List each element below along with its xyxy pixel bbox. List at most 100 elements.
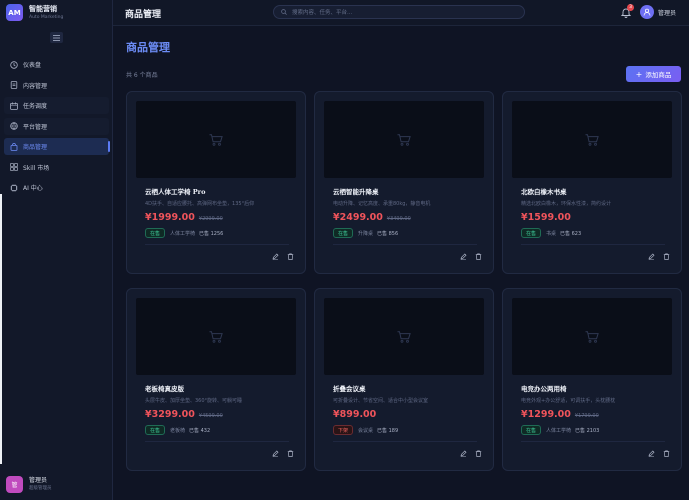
divider [521, 441, 665, 442]
product-count: 共 6 个商品 [126, 72, 158, 79]
product-price: ¥1999.00 [145, 212, 195, 223]
product-description: 电动升降、记忆高度、承重80kg，静音电机 [333, 201, 431, 207]
product-category: 人体工学椅 [170, 230, 196, 237]
trash-icon[interactable] [287, 253, 294, 260]
edit-icon[interactable] [460, 450, 467, 457]
divider [145, 441, 289, 442]
header-user-name[interactable]: 管理员 [658, 8, 676, 17]
status-badge: 下架 [333, 425, 354, 435]
product-original-price: ¥1799.00 [574, 413, 599, 419]
grid-icon [9, 163, 18, 172]
shopping-cart-icon [397, 330, 411, 343]
trash-icon[interactable] [663, 253, 670, 260]
sidebar-item-label: 仪表盘 [23, 62, 42, 69]
sidebar-item-skill-market[interactable]: Skill 市场 [4, 159, 109, 176]
shopping-cart-icon [397, 133, 411, 146]
product-category: 升降桌 [358, 230, 374, 237]
user-name: 管理员 [29, 477, 48, 484]
product-original-price: ¥3499.00 [386, 216, 411, 222]
divider [333, 244, 477, 245]
shopping-cart-icon [585, 330, 599, 343]
edit-icon[interactable] [272, 253, 279, 260]
sidebar-item-dashboard[interactable]: 仪表盘 [4, 56, 109, 73]
sidebar-item-products[interactable]: 商品管理 [4, 138, 110, 155]
calendar-icon [9, 101, 18, 110]
product-sales: 已售 623 [560, 230, 582, 237]
trash-icon[interactable] [475, 450, 482, 457]
product-name: 老板椅真皮版 [145, 385, 184, 393]
collapse-sidebar-button[interactable] [50, 32, 63, 43]
search-input[interactable]: 搜索内容、任务、平台... [273, 5, 525, 19]
product-image [136, 298, 296, 375]
product-category: 书桌 [546, 230, 557, 237]
product-image [512, 101, 672, 178]
status-badge: 在售 [333, 228, 354, 238]
product-name: 北欧白橡木书桌 [521, 188, 567, 196]
menu-icon [53, 34, 60, 41]
sidebar-item-label: 内容管理 [23, 82, 48, 90]
shopping-cart-icon [209, 133, 223, 146]
product-card[interactable]: 北欧白橡木书桌 精选北欧白橡木，环保水性漆，简约设计 ¥1599.00 在售 书… [502, 91, 682, 274]
product-image [512, 298, 672, 375]
divider [333, 441, 477, 442]
trash-icon[interactable] [475, 253, 482, 260]
product-description: 精选北欧白橡木，环保水性漆，简约设计 [521, 201, 612, 207]
sidebar-item-ai-center[interactable]: AI 中心 [4, 179, 109, 196]
product-price: ¥899.00 [333, 409, 377, 420]
shopping-cart-icon [585, 133, 599, 146]
search-placeholder: 搜索内容、任务、平台... [292, 10, 353, 16]
product-category: 人体工学椅 [546, 427, 572, 434]
divider [521, 244, 665, 245]
product-card[interactable]: 老板椅真皮版 头层牛皮、加厚坐垫、360°旋转、可躺可睡 ¥3299.00 ¥4… [126, 288, 306, 471]
sidebar-item-platforms[interactable]: 平台管理 [4, 117, 109, 135]
page-header-title: 商品管理 [125, 10, 162, 20]
user-role: 超级管理员 [29, 486, 52, 491]
sidebar-item-label: 任务调度 [23, 103, 48, 110]
sidebar-scrollbar[interactable] [0, 194, 2, 464]
edit-icon[interactable] [460, 253, 467, 260]
brand[interactable]: AM 智能营销 Auto Marketing [6, 4, 63, 21]
product-card[interactable]: 折叠会议桌 可折叠设计、节省空间、适合中小型会议室 ¥899.00 下架 会议桌… [314, 288, 494, 471]
product-card[interactable]: 云栖智能升降桌 电动升降、记忆高度、承重80kg，静音电机 ¥2499.00 ¥… [314, 91, 494, 274]
sidebar-item-label: 平台管理 [23, 123, 48, 131]
status-badge: 在售 [145, 425, 166, 435]
add-product-button[interactable]: + 添加商品 [626, 66, 681, 82]
product-description: 头层牛皮、加厚坐垫、360°旋转、可躺可睡 [145, 398, 243, 404]
edit-icon[interactable] [648, 253, 655, 260]
product-card[interactable]: 电竞办公两用椅 电竞外观+办公舒适，可调扶手，头枕腰枕 ¥1299.00 ¥17… [502, 288, 682, 471]
sidebar-item-label: AI 中心 [23, 185, 43, 192]
product-image [324, 101, 484, 178]
trash-icon[interactable] [663, 450, 670, 457]
trash-icon[interactable] [287, 450, 294, 457]
product-image [324, 298, 484, 375]
page-title: 商品管理 [126, 41, 170, 54]
sidebar-item-content[interactable]: 内容管理 [4, 77, 109, 94]
brand-subtitle: Auto Marketing [29, 14, 64, 20]
status-badge: 在售 [521, 228, 542, 238]
sidebar-nav: 仪表盘 内容管理 任务调度 平台管理 商品管理 Skill 市场 AI 中心 [4, 56, 110, 200]
product-card[interactable]: 云栖人体工学椅 Pro 4D扶手、自适应腰托、高弹网布坐垫，135°后仰 ¥19… [126, 91, 306, 274]
avatar: 管 [6, 476, 23, 493]
notification-badge: 3 [627, 4, 634, 11]
document-icon [9, 81, 18, 90]
sidebar-item-tasks[interactable]: 任务调度 [4, 97, 109, 114]
product-description: 可折叠设计、节省空间、适合中小型会议室 [333, 398, 429, 404]
brand-name: 智能营销 [29, 4, 57, 13]
top-bar: 商品管理 搜索内容、任务、平台... 3 管理员 [113, 0, 689, 26]
search-icon [281, 9, 287, 15]
avatar[interactable] [640, 5, 654, 19]
product-original-price: ¥2999.00 [198, 216, 223, 222]
edit-icon[interactable] [648, 450, 655, 457]
product-image [136, 101, 296, 178]
product-sales: 已售 432 [189, 427, 211, 434]
divider [145, 244, 289, 245]
shopping-bag-icon [9, 142, 18, 151]
edit-icon[interactable] [272, 450, 279, 457]
chip-icon [9, 183, 18, 192]
product-description: 4D扶手、自适应腰托、高弹网布坐垫，135°后仰 [145, 201, 255, 207]
product-price: ¥1599.00 [521, 212, 571, 223]
user-icon [643, 8, 651, 16]
product-sales: 已售 1256 [199, 230, 224, 237]
sidebar-user[interactable]: 管 管理员 超级管理员 [6, 476, 52, 493]
clock-icon [9, 60, 18, 69]
